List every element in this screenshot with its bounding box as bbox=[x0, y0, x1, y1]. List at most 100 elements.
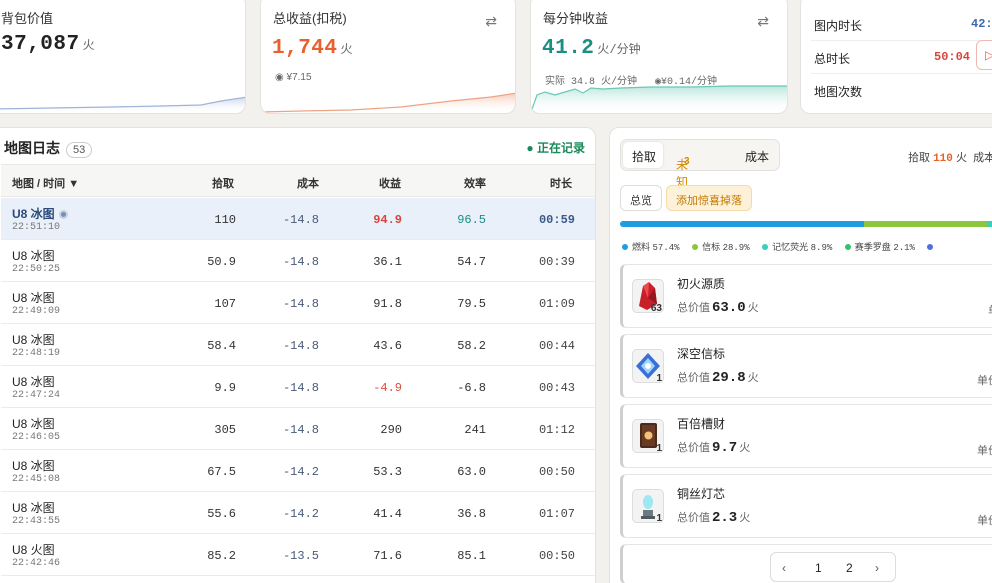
pagination: ‹ 1 2 › bbox=[770, 552, 896, 582]
total-income-cny: ◉ ¥7.15 bbox=[275, 72, 312, 83]
swap-icon[interactable]: ⇄ bbox=[757, 13, 769, 30]
row-duration: 01:12 bbox=[538, 423, 575, 437]
drops-panel: 拾取 未知3 成本 拾取 110 火 成本 总览 添加惊喜掉落 燃料 57.4%… bbox=[609, 127, 992, 583]
backpack-sparkline bbox=[0, 96, 245, 113]
per-minute-sparkline bbox=[531, 85, 787, 113]
table-row[interactable]: U8 冰图 22:47:24 9.9 -14.8 -4.9 -6.8 00:43 bbox=[1, 366, 595, 408]
row-cost: -14.8 bbox=[282, 297, 319, 311]
table-header: 地图 / 时间 ▼ 拾取 成本 收益 效率 时长 bbox=[1, 164, 595, 197]
legend-fuel: 燃料 57.4% bbox=[622, 242, 680, 253]
row-cost: -14.8 bbox=[282, 255, 319, 269]
legend-other bbox=[927, 242, 937, 252]
row-duration: 00:50 bbox=[538, 549, 575, 563]
backpack-value-title: 背包价值 bbox=[1, 11, 54, 26]
table-row[interactable]: U8 火图 22:42:46 85.2 -13.5 71.6 85.1 00:50 bbox=[1, 534, 595, 576]
total-time-label: 总时长 bbox=[814, 52, 851, 66]
row-income: 94.9 bbox=[373, 213, 402, 227]
tab-pickup[interactable]: 拾取 bbox=[632, 148, 656, 165]
row-time: 22:49:09 bbox=[12, 306, 61, 317]
swap-icon[interactable]: ⇄ bbox=[485, 13, 497, 30]
total-time-value: 50:04 bbox=[934, 50, 971, 64]
item-unit-price: 单价 bbox=[977, 375, 992, 387]
row-duration: 01:09 bbox=[538, 297, 575, 311]
tab-cost[interactable]: 成本 bbox=[745, 148, 769, 165]
drop-item[interactable]: 1 百倍槽财 总价值9.7火 单价 bbox=[620, 404, 992, 468]
col-map-time[interactable]: 地图 / 时间 ▼ bbox=[12, 175, 79, 191]
table-row[interactable]: U8 冰图 22:49:09 107 -14.8 91.8 79.5 01:09 bbox=[1, 282, 595, 324]
item-name: 铜丝灯芯 bbox=[677, 487, 726, 501]
row-efficiency: 241 bbox=[464, 423, 486, 437]
table-row[interactable]: U8 冰图 22:48:19 58.4 -14.8 43.6 58.2 00:44 bbox=[1, 324, 595, 366]
row-time: 22:42:46 bbox=[12, 558, 61, 569]
bar-beacon bbox=[864, 221, 987, 227]
row-efficiency: 54.7 bbox=[457, 255, 486, 269]
per-minute-title: 每分钟收益 bbox=[543, 11, 609, 26]
add-surprise-drop-chip[interactable]: 添加惊喜掉落 bbox=[666, 185, 752, 211]
row-map-name: U8 冰图 bbox=[12, 249, 55, 263]
row-map-name: U8 冰图 bbox=[12, 501, 55, 515]
time-card: 图内时长 42: 总时长 50:04 ▷ 地图次数 bbox=[800, 0, 992, 114]
page-1-button[interactable]: 1 bbox=[815, 561, 822, 575]
table-row[interactable]: U8 冰图 22:46:05 305 -14.8 290 241 01:12 bbox=[1, 408, 595, 450]
legend-compass: 赛季罗盘 2.1% bbox=[844, 242, 915, 253]
bar-fuel bbox=[620, 221, 864, 227]
row-income: 71.6 bbox=[373, 549, 402, 563]
row-cost: -14.8 bbox=[282, 381, 319, 395]
play-icon: ▷ bbox=[985, 48, 992, 62]
col-duration: 时长 bbox=[550, 178, 572, 190]
legend-memory: 记忆荧光 8.9% bbox=[762, 242, 832, 253]
row-time: 22:48:19 bbox=[12, 348, 61, 359]
item-total: 总价值 29.8 火 bbox=[677, 370, 759, 386]
row-time: 22:45:08 bbox=[12, 474, 61, 485]
row-duration: 00:44 bbox=[538, 339, 575, 353]
recording-status[interactable]: ● 正在记录 bbox=[526, 139, 585, 156]
map-count-label: 地图次数 bbox=[814, 85, 863, 99]
row-map-name: U8 火图 bbox=[12, 543, 55, 557]
per-minute-card: 每分钟收益 ⇄ 41.2 火/分钟 实际 34.8 火/分钟 ◉¥0.14/分钟 bbox=[530, 0, 788, 114]
row-cost: -14.8 bbox=[282, 213, 319, 227]
row-map-name: U8 冰图 bbox=[12, 375, 55, 389]
row-map-name: U8 冰图 bbox=[12, 459, 55, 473]
total-income-title: 总收益(扣税) bbox=[273, 11, 347, 26]
table-row[interactable]: U8 冰图 22:43:55 55.6 -14.2 41.4 36.8 01:07 bbox=[1, 492, 595, 534]
table-row[interactable]: U8 冰图 22:51:10 110 -14.8 94.9 96.5 00:59 bbox=[1, 198, 595, 240]
col-cost: 成本 bbox=[297, 178, 319, 190]
bar-memory bbox=[987, 221, 992, 227]
next-page-button[interactable]: › bbox=[875, 561, 879, 575]
row-income: 53.3 bbox=[373, 465, 402, 479]
row-cost: -13.5 bbox=[282, 549, 319, 563]
row-cost: -14.2 bbox=[282, 465, 319, 479]
row-pickup: 67.5 bbox=[207, 465, 236, 479]
item-total: 总价值 9.7 火 bbox=[677, 440, 751, 456]
table-row[interactable]: U8 冰图 22:50:25 50.9 -14.8 36.1 54.7 00:39 bbox=[1, 240, 595, 282]
drop-item[interactable]: 1 铜丝灯芯 总价值2.3火 单价 bbox=[620, 474, 992, 538]
total-income-card: 总收益(扣税) ⇄ 1,744 火 ◉ ¥7.15 bbox=[260, 0, 516, 114]
row-efficiency: 79.5 bbox=[457, 297, 486, 311]
col-pickup: 拾取 bbox=[212, 178, 234, 190]
row-map-name: U8 冰图 bbox=[12, 291, 55, 305]
backpack-value: 37,087 火 bbox=[1, 33, 95, 56]
row-time: 22:50:25 bbox=[12, 264, 61, 275]
drop-item[interactable]: 63 初火源质 总价值63.0火 单 bbox=[620, 264, 992, 328]
in-map-time-value: 42: bbox=[971, 17, 992, 31]
play-button[interactable]: ▷ bbox=[976, 40, 992, 70]
table-row[interactable]: U8 冰图 22:45:08 67.5 -14.2 53.3 63.0 00:50 bbox=[1, 450, 595, 492]
row-income: 41.4 bbox=[373, 507, 402, 521]
backpack-value-card: 背包价值 37,087 火 bbox=[0, 0, 246, 114]
row-pickup: 110 bbox=[214, 213, 236, 227]
row-income: 290 bbox=[380, 423, 402, 437]
row-efficiency: 36.8 bbox=[457, 507, 486, 521]
total-income-value: 1,744 火 bbox=[272, 37, 353, 60]
row-time: 22:47:24 bbox=[12, 390, 61, 401]
drop-item[interactable]: 1 深空信标 总价值29.8火 单价 bbox=[620, 334, 992, 398]
page-2-button[interactable]: 2 bbox=[846, 561, 853, 575]
row-income: -4.9 bbox=[373, 381, 402, 395]
overview-chip[interactable]: 总览 bbox=[620, 185, 662, 211]
row-pickup: 107 bbox=[214, 297, 236, 311]
col-efficiency: 效率 bbox=[464, 178, 486, 190]
drops-tabs: 拾取 未知 3 成本 bbox=[620, 139, 780, 189]
crystal-icon: 63 bbox=[632, 279, 664, 314]
col-income: 收益 bbox=[379, 178, 401, 190]
row-duration: 00:50 bbox=[538, 465, 575, 479]
prev-page-button[interactable]: ‹ bbox=[782, 561, 786, 575]
